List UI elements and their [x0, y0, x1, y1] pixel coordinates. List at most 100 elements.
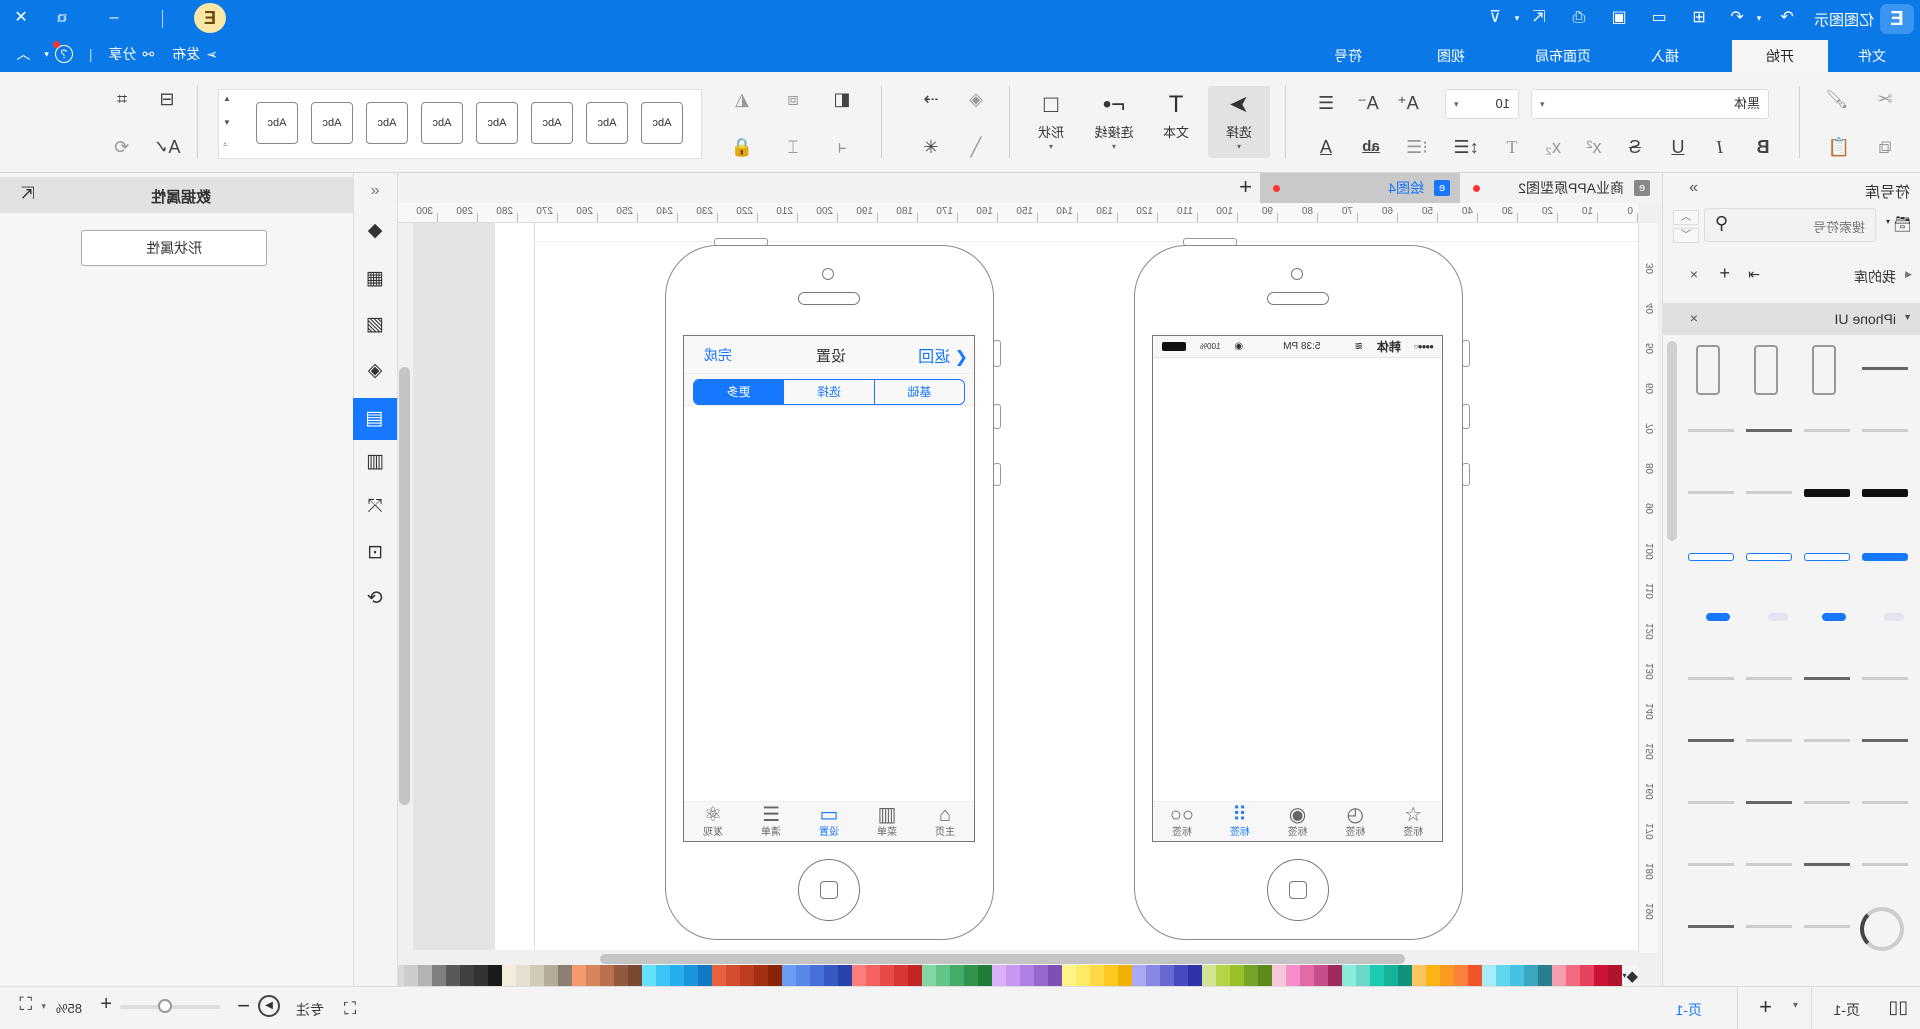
- fill-icon[interactable]: ◈: [961, 86, 991, 112]
- color-swatch[interactable]: [880, 965, 895, 986]
- symbol-thumbnail[interactable]: [1742, 403, 1796, 459]
- segment[interactable]: 基础: [873, 380, 964, 404]
- zoom-slider[interactable]: [120, 999, 220, 1013]
- color-swatch[interactable]: [1328, 965, 1343, 986]
- gallery-down-icon[interactable]: ▼: [223, 118, 231, 127]
- tab-bar-item[interactable]: ◉ 标签: [1269, 802, 1327, 841]
- color-swatch[interactable]: [558, 965, 573, 986]
- color-swatch[interactable]: [1034, 965, 1049, 986]
- scroll-up-button[interactable]: ︿: [1673, 210, 1699, 225]
- open-folder-icon[interactable]: ▭: [1648, 8, 1670, 28]
- symbol-thumbnail[interactable]: [1858, 899, 1912, 955]
- library-scrollbar[interactable]: [1667, 341, 1677, 541]
- page-panel-toggle-icon[interactable]: ▯▯: [1888, 997, 1908, 1018]
- menu-tab[interactable]: 文件: [1824, 40, 1920, 72]
- fill-bucket-icon[interactable]: ◆: [1626, 967, 1638, 985]
- palette-dropdown-icon[interactable]: ▾: [1622, 971, 1626, 980]
- color-swatch[interactable]: [502, 965, 517, 986]
- color-swatch[interactable]: [1426, 965, 1441, 986]
- dropdown-icon[interactable]: ▾: [1208, 142, 1270, 152]
- text-direction-icon[interactable]: T: [1497, 134, 1527, 160]
- new-file-icon[interactable]: ⊞: [1688, 8, 1710, 28]
- menu-tab[interactable]: 插入: [1617, 40, 1713, 72]
- layers-panel-icon[interactable]: ◈: [361, 357, 389, 385]
- color-swatch[interactable]: [544, 965, 559, 986]
- color-swatch[interactable]: [922, 965, 937, 986]
- flip-icon[interactable]: ◭: [727, 86, 757, 112]
- close-library-icon[interactable]: ×: [1690, 266, 1698, 282]
- symbol-thumbnail[interactable]: [1858, 403, 1912, 459]
- color-swatch[interactable]: [460, 965, 475, 986]
- color-swatch[interactable]: [530, 965, 545, 986]
- add-icon[interactable]: +: [1719, 263, 1730, 284]
- color-swatch[interactable]: [628, 965, 643, 986]
- symbol-thumbnail[interactable]: [1800, 775, 1854, 831]
- color-swatch[interactable]: [1524, 965, 1539, 986]
- tab-bar-item[interactable]: ○○ 标签: [1153, 802, 1211, 841]
- symbol-thumbnail[interactable]: [1800, 899, 1854, 955]
- color-swatch[interactable]: [642, 965, 657, 986]
- style-preset[interactable]: Abc: [311, 102, 353, 144]
- color-swatch[interactable]: [1538, 965, 1553, 986]
- zoom-out-button[interactable]: −: [237, 993, 250, 1019]
- line-color-icon[interactable]: ╲: [961, 134, 991, 160]
- vertical-scrollbar[interactable]: [399, 367, 410, 805]
- color-swatch[interactable]: [418, 965, 433, 986]
- tab-bar-item[interactable]: ⚛ 发现: [684, 802, 742, 841]
- color-swatch[interactable]: [600, 965, 615, 986]
- symbol-thumbnail[interactable]: [1684, 713, 1738, 769]
- zoom-level[interactable]: 85%: [56, 1001, 82, 1016]
- color-swatch[interactable]: [894, 965, 909, 986]
- symbol-thumbnail[interactable]: [1800, 713, 1854, 769]
- tab-bar-item[interactable]: ▥ 菜单: [858, 802, 916, 841]
- tab-bar-item[interactable]: ☰ 清单: [742, 802, 800, 841]
- color-swatch[interactable]: [572, 965, 587, 986]
- crop-icon[interactable]: ⌗: [107, 86, 137, 112]
- color-swatch[interactable]: [516, 965, 531, 986]
- publish-icon[interactable]: ➢: [206, 46, 218, 63]
- restore-icon[interactable]: ⧉: [51, 8, 73, 28]
- color-swatch[interactable]: [1552, 965, 1567, 986]
- style-preset[interactable]: Abc: [531, 102, 573, 144]
- color-swatch[interactable]: [1356, 965, 1371, 986]
- page-tab[interactable]: 页-1: [1676, 1000, 1702, 1020]
- color-swatch[interactable]: [964, 965, 979, 986]
- symbol-thumbnail[interactable]: [1684, 403, 1738, 459]
- menu-tab[interactable]: 页面布局: [1515, 40, 1611, 72]
- symbol-thumbnail[interactable]: [1684, 651, 1738, 707]
- fit-page-icon[interactable]: ⛶: [19, 994, 32, 1015]
- symbol-thumbnail[interactable]: [1684, 837, 1738, 893]
- zoom-slider-handle[interactable]: [158, 999, 172, 1013]
- color-swatch[interactable]: [656, 965, 671, 986]
- highlight-icon[interactable]: ab: [1356, 134, 1386, 160]
- segment[interactable]: 选择: [783, 380, 874, 404]
- color-swatch[interactable]: [1118, 965, 1133, 986]
- close-library-icon[interactable]: ×: [1690, 310, 1698, 326]
- color-swatch[interactable]: [838, 965, 853, 986]
- export-panel-icon[interactable]: ⇱: [21, 184, 35, 204]
- paste-icon[interactable]: 📋: [1824, 134, 1854, 160]
- shape-properties-button[interactable]: 形状属性: [81, 230, 267, 266]
- symbol-thumbnail[interactable]: [1742, 589, 1796, 645]
- color-swatch[interactable]: [824, 965, 839, 986]
- symbol-thumbnail[interactable]: [1858, 465, 1912, 521]
- redo-icon[interactable]: ↷: [1776, 8, 1798, 28]
- export-icon[interactable]: ⇱: [1528, 8, 1550, 28]
- library-dropdown-icon[interactable]: ▾: [1886, 217, 1890, 226]
- symbol-thumbnail[interactable]: [1742, 651, 1796, 707]
- group-icon[interactable]: ⧈: [778, 86, 808, 112]
- underline-icon[interactable]: U: [1663, 134, 1693, 160]
- export-dropdown-icon[interactable]: ▾: [1506, 8, 1528, 28]
- redo-dropdown-icon[interactable]: ▾: [1748, 8, 1770, 28]
- search-icon[interactable]: ⚲: [1715, 213, 1728, 234]
- color-swatch[interactable]: [1412, 965, 1427, 986]
- symbol-thumbnail[interactable]: [1800, 837, 1854, 893]
- symbol-thumbnail[interactable]: [1800, 403, 1854, 459]
- symbol-thumbnail[interactable]: [1684, 899, 1738, 955]
- lock-icon[interactable]: 🔒: [727, 134, 757, 160]
- tool-rectangle[interactable]: □ 形状 ▾: [1020, 86, 1082, 158]
- tool-text[interactable]: T 文本: [1145, 86, 1207, 158]
- iphone-mockup[interactable]: ❮ 返回 设置 完成 基础 选择 更多 ⌂ 主页 ▥ 菜单 ▭ 设置 ☰ 清单 ⚛ 发现: [665, 238, 1001, 940]
- play-icon[interactable]: ▶: [258, 995, 280, 1017]
- font-size-select[interactable]: 10 ▾: [1445, 89, 1519, 119]
